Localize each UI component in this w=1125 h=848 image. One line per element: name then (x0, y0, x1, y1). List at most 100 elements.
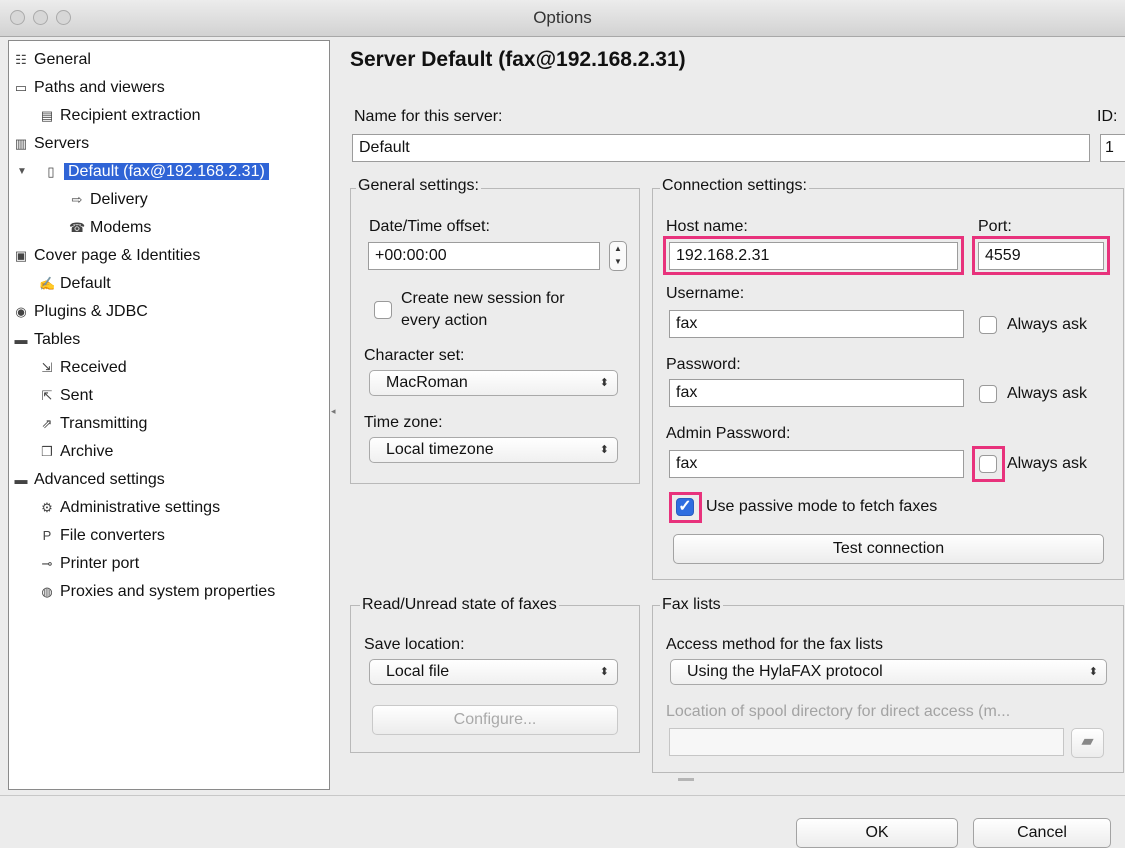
tree-item[interactable]: ☎ Modems (69, 215, 151, 241)
server-id-field: 1 (1100, 134, 1125, 162)
page-title: Server Default (fax@192.168.2.31) (350, 48, 686, 71)
close-window-button[interactable] (10, 10, 25, 25)
tree-item-label: Tables (34, 331, 81, 348)
tree-item-label: Plugins & JDBC (34, 303, 148, 320)
passive-mode-checkbox[interactable]: ✓ (676, 498, 694, 516)
delivery-icon: ⇨ (71, 192, 83, 207)
spool-directory-field[interactable] (669, 728, 1064, 756)
options-tree[interactable]: ☷ General ▭ Paths and viewers ▤ Recipient ext… (8, 40, 330, 790)
tree-item-label: Sent (60, 387, 93, 404)
general-settings-legend: General settings: (356, 177, 481, 195)
tree-item[interactable]: P File converters (39, 523, 165, 549)
timezone-value: Local timezone (386, 441, 494, 458)
spool-directory-label: Location of spool directory for direct a… (666, 703, 1011, 720)
save-location-value: Local file (386, 663, 450, 680)
access-method-select[interactable]: Using the HylaFAX protocol ⬍ (670, 659, 1107, 685)
tree-item-label: Proxies and system properties (60, 583, 276, 600)
modem-icon: ☎ (69, 220, 86, 235)
tree-item[interactable]: ▣ Cover page & Identities (13, 243, 200, 269)
username-field[interactable]: fax (669, 310, 964, 338)
admin-password-field[interactable]: fax (669, 450, 964, 478)
tree-item[interactable]: ☷ General (13, 47, 91, 73)
tree-item-label: Default (fax@192.168.2.31) (64, 163, 269, 180)
passive-mode-label: Use passive mode to fetch faxes (706, 498, 938, 515)
tree-item[interactable]: ❒ Archive (39, 439, 113, 465)
pdf-ps-icon: P (42, 528, 52, 543)
tree-item[interactable]: ▭ Paths and viewers (13, 75, 165, 101)
port-field[interactable]: 4559 (978, 242, 1104, 270)
tree-expand-arrow-icon[interactable]: ▼ (17, 166, 27, 177)
minimize-window-button[interactable] (33, 10, 48, 25)
updown-arrows-icon: ⬍ (1088, 666, 1098, 678)
save-location-select[interactable]: Local file ⬍ (369, 659, 618, 685)
tree-item[interactable]: ⊸ Printer port (39, 551, 140, 577)
plugins-icon: ◉ (15, 304, 27, 319)
document-icon: ▤ (40, 108, 54, 123)
tree-item-label: File converters (60, 527, 165, 544)
tree-item-label: Advanced settings (34, 471, 165, 488)
tree-item[interactable]: ⇨ Delivery (69, 187, 148, 213)
tree-item[interactable]: ▯ Default (fax@192.168.2.31) (43, 159, 269, 185)
tree-item[interactable]: ◉ Plugins & JDBC (13, 299, 148, 325)
access-method-value: Using the HylaFAX protocol (687, 663, 883, 680)
zoom-window-button[interactable] (56, 10, 71, 25)
test-connection-button[interactable]: Test connection (673, 534, 1104, 564)
cover-page-icon: ▣ (14, 248, 28, 263)
name-label: Name for this server: (354, 108, 503, 125)
tree-item[interactable]: ⇗ Transmitting (39, 411, 148, 437)
new-session-checkbox[interactable] (374, 301, 392, 319)
tree-item[interactable]: ▬ Advanced settings (13, 467, 165, 493)
username-label: Username: (666, 285, 745, 302)
datetime-offset-stepper[interactable]: ▲ ▼ (609, 241, 627, 271)
password-always-ask-label: Always ask (1007, 385, 1088, 402)
updown-arrows-icon: ⬍ (599, 444, 609, 456)
cancel-button[interactable]: Cancel (973, 818, 1111, 848)
received-icon: ⇲ (41, 360, 53, 375)
fax-lists-legend: Fax lists (660, 596, 723, 614)
server-name-field[interactable]: Default (352, 134, 1090, 162)
updown-arrows-icon: ⬍ (599, 666, 609, 678)
tree-item[interactable]: ⇲ Received (39, 355, 127, 381)
checkmark-icon: ✓ (678, 498, 692, 515)
password-field[interactable]: fax (669, 379, 964, 407)
datetime-offset-field[interactable]: +00:00:00 (368, 242, 600, 270)
ok-button[interactable]: OK (796, 818, 958, 848)
splitter-grip-icon: ◂ (331, 406, 336, 416)
configure-button[interactable]: Configure... (372, 705, 618, 735)
updown-arrows-icon: ⬍ (599, 377, 609, 389)
tree-item-label: Transmitting (60, 415, 148, 432)
charset-value: MacRoman (386, 374, 468, 391)
tree-item[interactable]: ▤ Recipient extraction (39, 103, 201, 129)
tree-item[interactable]: ▥ Servers (13, 131, 89, 157)
password-always-ask-checkbox[interactable] (979, 385, 997, 403)
tree-item[interactable]: ⇱ Sent (39, 383, 93, 409)
id-label: ID: (1097, 108, 1118, 125)
browse-folder-button[interactable]: ▰ (1071, 728, 1104, 758)
tree-item-label: Archive (60, 443, 114, 460)
tree-item-label: Recipient extraction (60, 107, 201, 124)
host-name-field[interactable]: 192.168.2.31 (669, 242, 958, 270)
connection-settings-legend: Connection settings: (660, 177, 809, 195)
timezone-select[interactable]: Local timezone ⬍ (369, 437, 618, 463)
port-label: Port: (978, 218, 1012, 235)
tree-item[interactable]: ◍ Proxies and system properties (39, 579, 275, 605)
tree-item-label: Cover page & Identities (34, 247, 201, 264)
tree-item[interactable]: ▬ Tables (13, 327, 81, 353)
tree-item-label: Delivery (90, 191, 148, 208)
title-bar: Options (0, 0, 1125, 37)
datetime-offset-label: Date/Time offset: (369, 218, 490, 235)
server-icon: ▯ (47, 164, 55, 179)
tree-item[interactable]: ✍ Default (39, 271, 111, 297)
username-always-ask-checkbox[interactable] (979, 316, 997, 334)
charset-select[interactable]: MacRoman ⬍ (369, 370, 618, 396)
tree-item-label: Printer port (60, 555, 140, 572)
new-session-label-line2: every action (401, 312, 488, 329)
admin-always-ask-checkbox[interactable] (979, 455, 997, 473)
folder-icon: ▬ (14, 332, 28, 347)
sent-icon: ⇱ (41, 388, 53, 403)
tree-item[interactable]: ⚙ Administrative settings (39, 495, 220, 521)
gears-icon: ⚙ (41, 500, 53, 515)
host-name-label: Host name: (666, 218, 748, 235)
tree-item-label: Modems (90, 219, 152, 236)
tree-item-label: Received (60, 359, 127, 376)
